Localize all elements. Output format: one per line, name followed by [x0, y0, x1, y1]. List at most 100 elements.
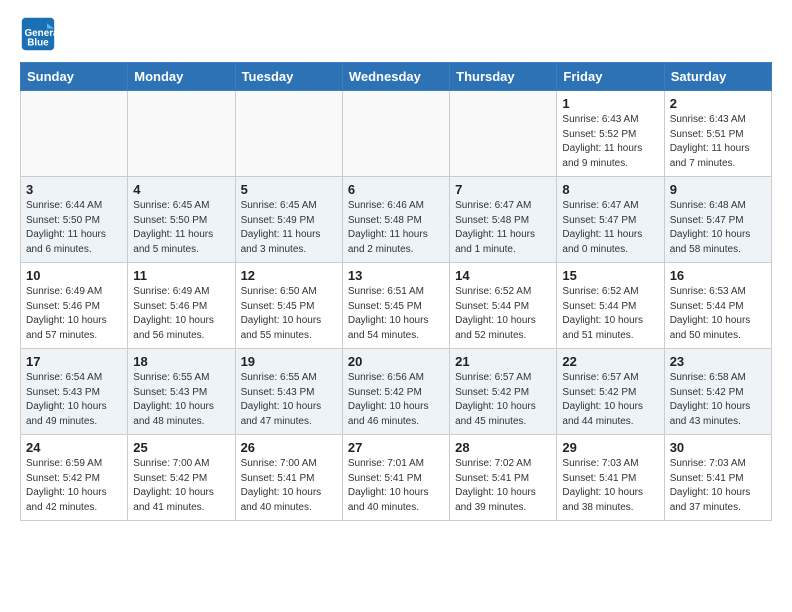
- weekday-header-row: SundayMondayTuesdayWednesdayThursdayFrid…: [21, 63, 772, 91]
- day-info: Sunrise: 6:47 AMSunset: 5:48 PMDaylight:…: [455, 199, 551, 257]
- day-number: 14: [455, 268, 551, 283]
- day-number: 10: [26, 268, 122, 283]
- weekday-header-monday: Monday: [128, 63, 235, 91]
- calendar-table: SundayMondayTuesdayWednesdayThursdayFrid…: [20, 62, 772, 521]
- weekday-header-sunday: Sunday: [21, 63, 128, 91]
- calendar-cell: [235, 91, 342, 177]
- calendar-week-3: 10 Sunrise: 6:49 AMSunset: 5:46 PMDayligh…: [21, 263, 772, 349]
- day-info: Sunrise: 6:50 AMSunset: 5:45 PMDaylight:…: [241, 285, 337, 343]
- day-info: Sunrise: 6:46 AMSunset: 5:48 PMDaylight:…: [348, 199, 444, 257]
- calendar-cell: 12 Sunrise: 6:50 AMSunset: 5:45 PMDayligh…: [235, 263, 342, 349]
- day-info: Sunrise: 6:52 AMSunset: 5:44 PMDaylight:…: [562, 285, 658, 343]
- calendar-week-2: 3Sunrise: 6:44 AMSunset: 5:50 PMDaylight…: [21, 177, 772, 263]
- day-number: 28: [455, 440, 551, 455]
- day-number: 17: [26, 354, 122, 369]
- day-number: 11: [133, 268, 229, 283]
- calendar-cell: 15 Sunrise: 6:52 AMSunset: 5:44 PMDayligh…: [557, 263, 664, 349]
- calendar-cell: 28 Sunrise: 7:02 AMSunset: 5:41 PMDayligh…: [450, 435, 557, 521]
- calendar-cell: 30 Sunrise: 7:03 AMSunset: 5:41 PMDayligh…: [664, 435, 771, 521]
- day-number: 1: [562, 96, 658, 111]
- logo: General Blue: [20, 16, 60, 52]
- day-info: Sunrise: 6:49 AMSunset: 5:46 PMDaylight:…: [133, 285, 229, 343]
- day-number: 13: [348, 268, 444, 283]
- day-info: Sunrise: 7:00 AMSunset: 5:41 PMDaylight:…: [241, 457, 337, 515]
- day-info: Sunrise: 6:53 AMSunset: 5:44 PMDaylight:…: [670, 285, 766, 343]
- calendar-cell: 6 Sunrise: 6:46 AMSunset: 5:48 PMDaylight…: [342, 177, 449, 263]
- day-info: Sunrise: 6:58 AMSunset: 5:42 PMDaylight:…: [670, 371, 766, 429]
- day-number: 6: [348, 182, 444, 197]
- calendar-week-4: 17 Sunrise: 6:54 AMSunset: 5:43 PMDayligh…: [21, 349, 772, 435]
- calendar-cell: 17 Sunrise: 6:54 AMSunset: 5:43 PMDayligh…: [21, 349, 128, 435]
- calendar-cell: 13Sunrise: 6:51 AMSunset: 5:45 PMDayligh…: [342, 263, 449, 349]
- day-info: Sunrise: 7:02 AMSunset: 5:41 PMDaylight:…: [455, 457, 551, 515]
- header: General Blue: [20, 16, 772, 52]
- day-number: 4: [133, 182, 229, 197]
- calendar-cell: 7 Sunrise: 6:47 AMSunset: 5:48 PMDaylight…: [450, 177, 557, 263]
- day-number: 9: [670, 182, 766, 197]
- calendar-cell: [450, 91, 557, 177]
- calendar-cell: 27 Sunrise: 7:01 AMSunset: 5:41 PMDayligh…: [342, 435, 449, 521]
- day-number: 27: [348, 440, 444, 455]
- svg-text:Blue: Blue: [27, 38, 49, 49]
- day-number: 8: [562, 182, 658, 197]
- day-info: Sunrise: 6:59 AMSunset: 5:42 PMDaylight:…: [26, 457, 122, 515]
- day-number: 18: [133, 354, 229, 369]
- day-info: Sunrise: 6:45 AMSunset: 5:49 PMDaylight:…: [241, 199, 337, 257]
- calendar-cell: 19 Sunrise: 6:55 AMSunset: 5:43 PMDayligh…: [235, 349, 342, 435]
- day-number: 7: [455, 182, 551, 197]
- weekday-header-thursday: Thursday: [450, 63, 557, 91]
- day-number: 5: [241, 182, 337, 197]
- day-number: 16: [670, 268, 766, 283]
- day-info: Sunrise: 7:01 AMSunset: 5:41 PMDaylight:…: [348, 457, 444, 515]
- calendar-cell: 29Sunrise: 7:03 AMSunset: 5:41 PMDayligh…: [557, 435, 664, 521]
- weekday-header-tuesday: Tuesday: [235, 63, 342, 91]
- calendar-cell: 2 Sunrise: 6:43 AMSunset: 5:51 PMDaylight…: [664, 91, 771, 177]
- day-info: Sunrise: 6:57 AMSunset: 5:42 PMDaylight:…: [455, 371, 551, 429]
- calendar-cell: 3Sunrise: 6:44 AMSunset: 5:50 PMDaylight…: [21, 177, 128, 263]
- day-info: Sunrise: 6:43 AMSunset: 5:51 PMDaylight:…: [670, 113, 766, 171]
- weekday-header-saturday: Saturday: [664, 63, 771, 91]
- day-info: Sunrise: 6:54 AMSunset: 5:43 PMDaylight:…: [26, 371, 122, 429]
- page: General Blue SundayMondayTuesdayWednesda…: [0, 0, 792, 541]
- calendar-cell: 18Sunrise: 6:55 AMSunset: 5:43 PMDayligh…: [128, 349, 235, 435]
- calendar-cell: 16 Sunrise: 6:53 AMSunset: 5:44 PMDayligh…: [664, 263, 771, 349]
- calendar-cell: 21 Sunrise: 6:57 AMSunset: 5:42 PMDayligh…: [450, 349, 557, 435]
- calendar-cell: [128, 91, 235, 177]
- calendar-cell: 14Sunrise: 6:52 AMSunset: 5:44 PMDayligh…: [450, 263, 557, 349]
- day-info: Sunrise: 6:56 AMSunset: 5:42 PMDaylight:…: [348, 371, 444, 429]
- day-info: Sunrise: 7:03 AMSunset: 5:41 PMDaylight:…: [670, 457, 766, 515]
- calendar-cell: [342, 91, 449, 177]
- day-number: 25: [133, 440, 229, 455]
- calendar-cell: 11 Sunrise: 6:49 AMSunset: 5:46 PMDayligh…: [128, 263, 235, 349]
- day-number: 19: [241, 354, 337, 369]
- calendar-cell: 22 Sunrise: 6:57 AMSunset: 5:42 PMDayligh…: [557, 349, 664, 435]
- calendar-cell: 26 Sunrise: 7:00 AMSunset: 5:41 PMDayligh…: [235, 435, 342, 521]
- calendar-cell: 20Sunrise: 6:56 AMSunset: 5:42 PMDayligh…: [342, 349, 449, 435]
- calendar-cell: 23 Sunrise: 6:58 AMSunset: 5:42 PMDayligh…: [664, 349, 771, 435]
- calendar-cell: 10 Sunrise: 6:49 AMSunset: 5:46 PMDayligh…: [21, 263, 128, 349]
- day-number: 2: [670, 96, 766, 111]
- day-info: Sunrise: 6:57 AMSunset: 5:42 PMDaylight:…: [562, 371, 658, 429]
- day-number: 23: [670, 354, 766, 369]
- day-info: Sunrise: 6:45 AMSunset: 5:50 PMDaylight:…: [133, 199, 229, 257]
- weekday-header-wednesday: Wednesday: [342, 63, 449, 91]
- day-info: Sunrise: 7:00 AMSunset: 5:42 PMDaylight:…: [133, 457, 229, 515]
- calendar-cell: 9 Sunrise: 6:48 AMSunset: 5:47 PMDaylight…: [664, 177, 771, 263]
- calendar-cell: [21, 91, 128, 177]
- day-number: 21: [455, 354, 551, 369]
- calendar-cell: 1Sunrise: 6:43 AMSunset: 5:52 PMDaylight…: [557, 91, 664, 177]
- calendar-cell: 8 Sunrise: 6:47 AMSunset: 5:47 PMDaylight…: [557, 177, 664, 263]
- calendar-cell: 5 Sunrise: 6:45 AMSunset: 5:49 PMDaylight…: [235, 177, 342, 263]
- calendar-week-1: 1Sunrise: 6:43 AMSunset: 5:52 PMDaylight…: [21, 91, 772, 177]
- day-number: 24: [26, 440, 122, 455]
- day-number: 15: [562, 268, 658, 283]
- day-info: Sunrise: 6:55 AMSunset: 5:43 PMDaylight:…: [241, 371, 337, 429]
- day-info: Sunrise: 6:44 AMSunset: 5:50 PMDaylight:…: [26, 199, 122, 257]
- day-info: Sunrise: 6:48 AMSunset: 5:47 PMDaylight:…: [670, 199, 766, 257]
- day-number: 30: [670, 440, 766, 455]
- day-number: 26: [241, 440, 337, 455]
- day-info: Sunrise: 6:47 AMSunset: 5:47 PMDaylight:…: [562, 199, 658, 257]
- day-info: Sunrise: 6:49 AMSunset: 5:46 PMDaylight:…: [26, 285, 122, 343]
- day-number: 12: [241, 268, 337, 283]
- day-number: 22: [562, 354, 658, 369]
